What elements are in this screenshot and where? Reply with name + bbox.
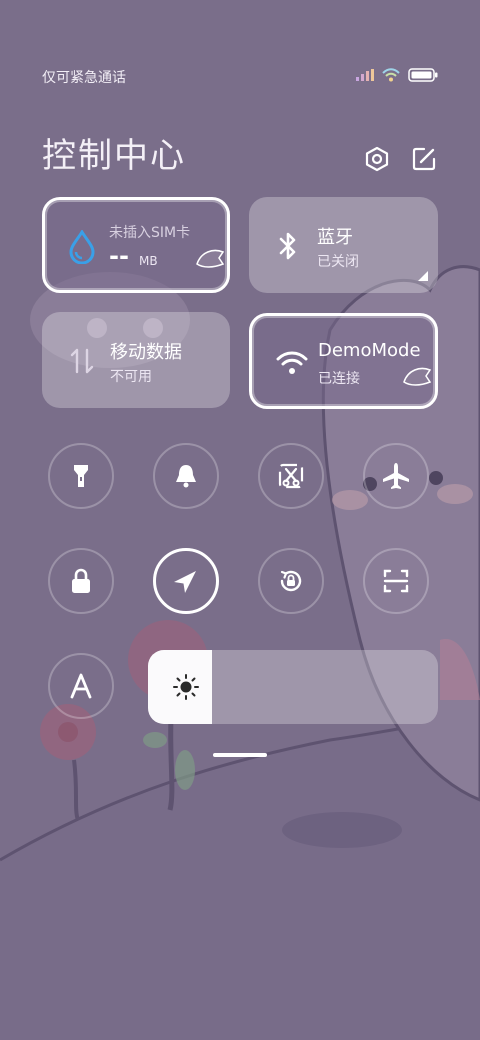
data-arrows-icon: [70, 348, 94, 374]
water-drop-icon: [69, 230, 95, 264]
sun-icon: [173, 674, 199, 700]
carrier-text: 仅可紧急通话: [42, 70, 126, 86]
mobile-data-tile[interactable]: 移动数据 不可用: [42, 312, 230, 408]
drag-handle[interactable]: [213, 753, 267, 757]
signal-bars-icon: [356, 69, 374, 81]
page-title: 控制中心: [42, 136, 186, 176]
toggle-location[interactable]: [153, 548, 219, 614]
battery-icon: [408, 68, 438, 82]
scan-frame-icon: [383, 569, 409, 593]
bell-icon: [176, 465, 196, 488]
toggle-screenshot[interactable]: [258, 443, 324, 509]
airplane-icon: [383, 463, 409, 489]
lock-icon: [72, 568, 90, 593]
expand-corner-icon[interactable]: [418, 271, 428, 281]
toggle-flashlight[interactable]: [48, 443, 114, 509]
wifi-network-name: DemoMode: [318, 340, 421, 361]
navigation-arrow-icon: [174, 571, 196, 593]
toggle-scan[interactable]: [363, 548, 429, 614]
letter-a-icon: [70, 673, 92, 699]
bluetooth-status: 已关闭: [317, 254, 359, 270]
sim-status-text: 未插入SIM卡: [109, 225, 191, 241]
toggle-font-size[interactable]: [48, 653, 114, 719]
rotation-lock-icon: [280, 570, 302, 592]
bluetooth-label: 蓝牙: [317, 227, 353, 248]
gear-hexagon-icon[interactable]: [364, 146, 390, 172]
status-bar: 仅可紧急通话: [42, 64, 438, 88]
bluetooth-tile[interactable]: 蓝牙 已关闭: [249, 197, 438, 293]
data-usage-value: --: [109, 242, 129, 270]
wifi-icon: [382, 68, 400, 82]
bluetooth-icon: [279, 232, 296, 260]
toggle-lock[interactable]: [48, 548, 114, 614]
mobile-data-label: 移动数据: [110, 342, 182, 363]
brightness-slider[interactable]: [148, 650, 438, 724]
wifi-status: 已连接: [318, 371, 360, 387]
mobile-data-status: 不可用: [110, 369, 152, 385]
data-usage-tile[interactable]: 未插入SIM卡 -- MB: [42, 197, 230, 293]
wifi-tile[interactable]: DemoMode 已连接: [249, 313, 438, 409]
toggle-mute[interactable]: [153, 443, 219, 509]
decor-wolf-sticker: [196, 249, 225, 268]
wifi-icon: [276, 351, 308, 374]
toggle-rotation-lock[interactable]: [258, 548, 324, 614]
scissors-icon: [278, 463, 304, 489]
data-usage-unit: MB: [139, 254, 158, 268]
flashlight-icon: [74, 465, 88, 487]
decor-wolf-sticker: [403, 367, 432, 386]
toggle-airplane[interactable]: [363, 443, 429, 509]
edit-icon[interactable]: [411, 146, 437, 172]
